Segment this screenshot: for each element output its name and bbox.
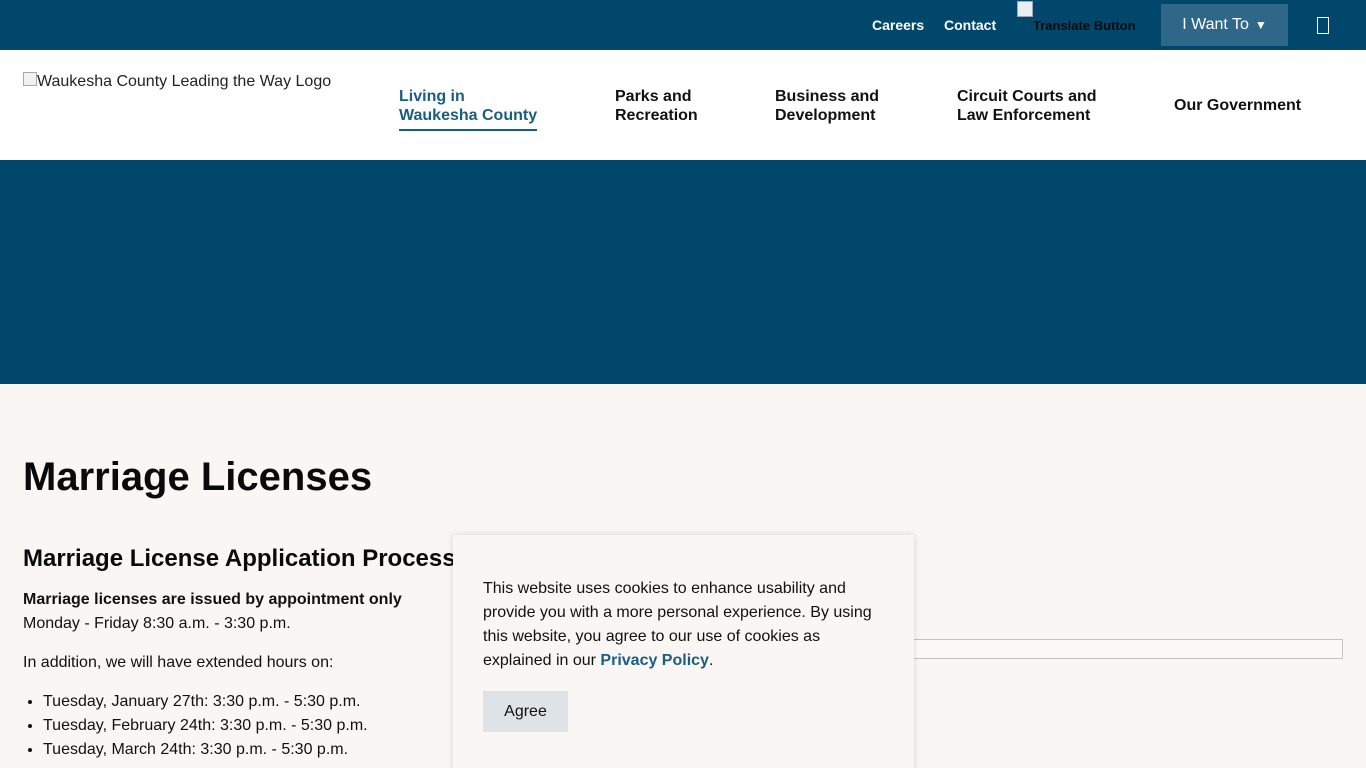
caret-down-icon: ▼ xyxy=(1254,18,1267,32)
nav-business-and-development[interactable]: Business and Development xyxy=(775,87,879,125)
nav-item-line1: Living in xyxy=(399,88,465,105)
regular-hours: Monday - Friday 8:30 a.m. - 3:30 p.m. xyxy=(23,615,291,632)
list-item: Tuesday, January 27th: 3:30 p.m. - 5:30 … xyxy=(43,692,368,716)
cookie-message-suffix: . xyxy=(708,652,714,669)
utility-bar: Careers Contact Translate Button I Want … xyxy=(0,0,1366,50)
sidebar-box xyxy=(905,639,1343,659)
translate-button-alt-text: Translate Button xyxy=(1033,18,1136,33)
appointment-only-notice: Marriage licenses are issued by appointm… xyxy=(23,591,402,608)
translate-button[interactable]: Translate Button xyxy=(1017,1,1147,35)
nav-circuit-courts-and-law-enforcement[interactable]: Circuit Courts and Law Enforcement xyxy=(957,87,1097,125)
privacy-policy-link[interactable]: Privacy Policy xyxy=(600,652,709,669)
contact-link[interactable]: Contact xyxy=(944,17,996,33)
nav-parks-and-recreation[interactable]: Parks and Recreation xyxy=(615,87,698,125)
nav-item-line1: Parks and xyxy=(615,88,692,105)
list-item: Tuesday, February 24th: 3:30 p.m. - 5:30… xyxy=(43,716,368,740)
nav-item-line1: Business and xyxy=(775,88,880,105)
hero-banner xyxy=(0,160,1366,384)
list-item: Tuesday, March 24th: 3:30 p.m. - 5:30 p.… xyxy=(43,740,368,764)
nav-item-line1: Circuit Courts and xyxy=(957,88,1097,105)
extended-hours-list: Tuesday, January 27th: 3:30 p.m. - 5:30 … xyxy=(43,692,368,764)
section-heading: Marriage License Application Process xyxy=(23,545,456,572)
site-header: Waukesha County Leading the Way Logo Liv… xyxy=(0,50,1366,160)
nav-living-in-waukesha-county[interactable]: Living in Waukesha County xyxy=(399,87,538,131)
extended-hours-intro: In addition, we will have extended hours… xyxy=(23,654,334,671)
i-want-to-dropdown[interactable]: I Want To ▼ xyxy=(1161,4,1288,46)
page-title: Marriage Licenses xyxy=(23,455,373,499)
broken-image-icon xyxy=(23,72,37,86)
cookie-consent-dialog: This website uses cookies to enhance usa… xyxy=(453,535,914,768)
logo-alt-text: Waukesha County Leading the Way Logo xyxy=(37,73,332,90)
search-icon xyxy=(1317,16,1329,34)
nav-item-line2: Waukesha County xyxy=(399,107,538,124)
nav-item-line1: Our Government xyxy=(1174,97,1302,114)
cookie-message: This website uses cookies to enhance usa… xyxy=(483,577,893,673)
nav-our-government[interactable]: Our Government xyxy=(1174,96,1301,115)
broken-image-icon xyxy=(1017,1,1033,17)
search-button[interactable] xyxy=(1314,15,1332,35)
nav-item-line2: Law Enforcement xyxy=(957,107,1091,124)
agree-button[interactable]: Agree xyxy=(483,691,568,732)
careers-link[interactable]: Careers xyxy=(872,17,924,33)
i-want-to-label: I Want To xyxy=(1182,16,1249,33)
nav-item-line2: Recreation xyxy=(615,107,698,124)
site-logo[interactable]: Waukesha County Leading the Way Logo xyxy=(23,72,353,94)
nav-item-line2: Development xyxy=(775,107,876,124)
